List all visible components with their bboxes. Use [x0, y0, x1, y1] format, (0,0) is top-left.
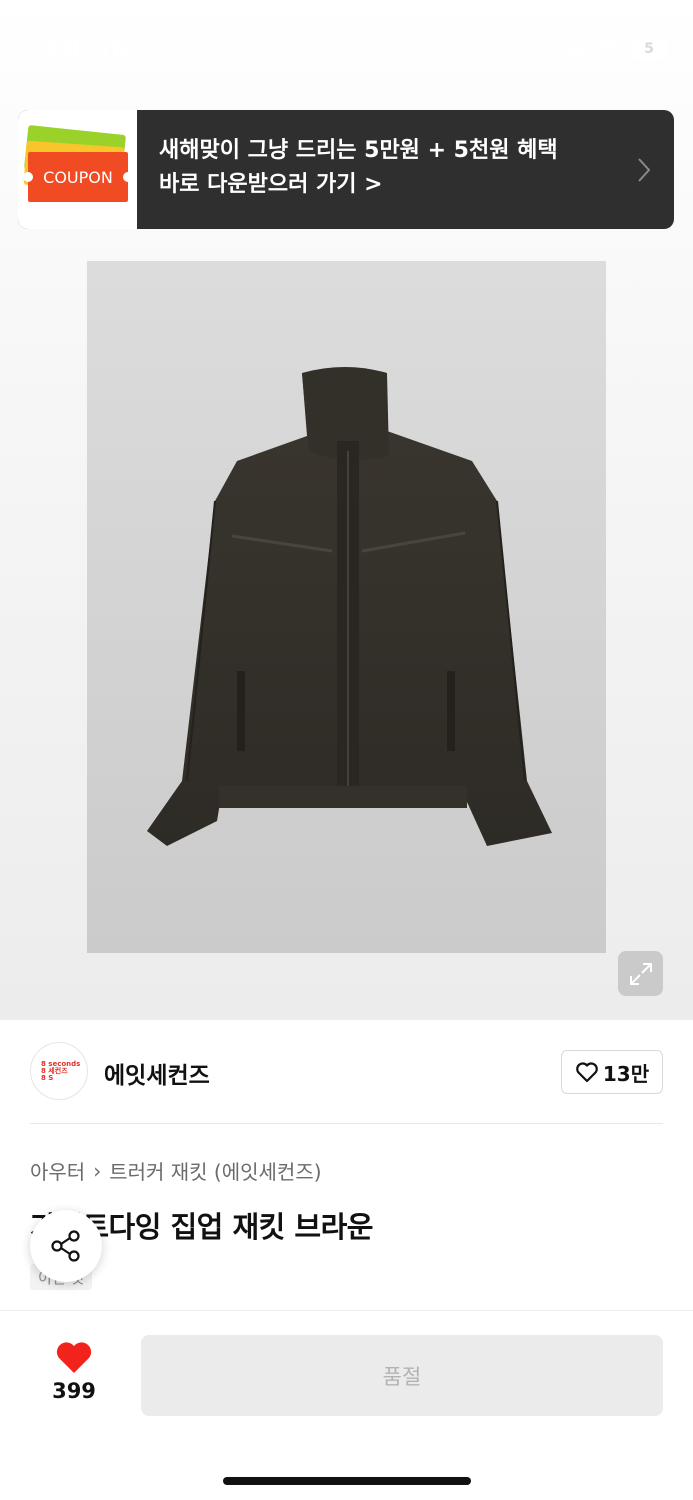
chevron-right-icon: [614, 110, 674, 229]
status-icons: 5: [556, 38, 667, 60]
coupon-line-1: 새해맞이 그냥 드리는 5만원 + 5천원 혜택: [159, 138, 558, 163]
brand-like-button[interactable]: 13만: [561, 1050, 663, 1094]
brand-name[interactable]: 에잇세컨즈: [104, 1056, 210, 1090]
heart-filled-icon: [56, 1342, 92, 1373]
divider: [30, 1123, 663, 1124]
wish-count: 399: [52, 1379, 96, 1403]
coupon-badge: COUPON: [23, 152, 133, 202]
brand-logo-line: 8 S: [41, 1073, 54, 1082]
heart-outline-icon: [576, 1062, 598, 1083]
breadcrumb-category[interactable]: 아우터: [30, 1156, 85, 1185]
share-button[interactable]: [30, 1210, 102, 1282]
product-image[interactable]: [87, 261, 606, 953]
share-icon: [51, 1230, 80, 1262]
coupon-line-2: 바로 다운받으러 가기 >: [159, 172, 383, 197]
breadcrumb-subcategory[interactable]: 트러커 재킷 (에잇세컨즈): [109, 1156, 321, 1185]
wish-button[interactable]: 399: [40, 1341, 108, 1403]
brand-logo[interactable]: 8 seconds 8 세컨즈 8 S: [30, 1042, 88, 1100]
coupon-illustration: COUPON: [18, 110, 137, 229]
soldout-button[interactable]: 품절: [141, 1335, 663, 1416]
status-time: 10:36: [44, 34, 130, 64]
expand-button[interactable]: [618, 951, 663, 996]
expand-icon: [629, 962, 652, 985]
status-bar: 10:36 5: [0, 0, 693, 100]
bottom-action-bar: 399 품절: [0, 1310, 693, 1500]
signal-icon: [556, 39, 585, 59]
chevron-right-icon: ›: [93, 1158, 102, 1183]
brand-row[interactable]: 8 seconds 8 세컨즈 8 S 에잇세컨즈 13만: [30, 1042, 663, 1100]
battery-icon: 5: [631, 38, 667, 60]
brand-like-count: 13만: [602, 1061, 650, 1086]
wifi-icon: [595, 39, 621, 59]
breadcrumb: 아우터 › 트러커 재킷 (에잇세컨즈): [30, 1156, 322, 1185]
coupon-text: 새해맞이 그냥 드리는 5만원 + 5천원 혜택 바로 다운받으러 가기 >: [137, 110, 614, 229]
home-indicator: [223, 1477, 471, 1485]
coupon-banner[interactable]: COUPON 새해맞이 그냥 드리는 5만원 + 5천원 혜택 바로 다운받으러…: [18, 110, 674, 229]
jacket-illustration: [147, 367, 552, 846]
